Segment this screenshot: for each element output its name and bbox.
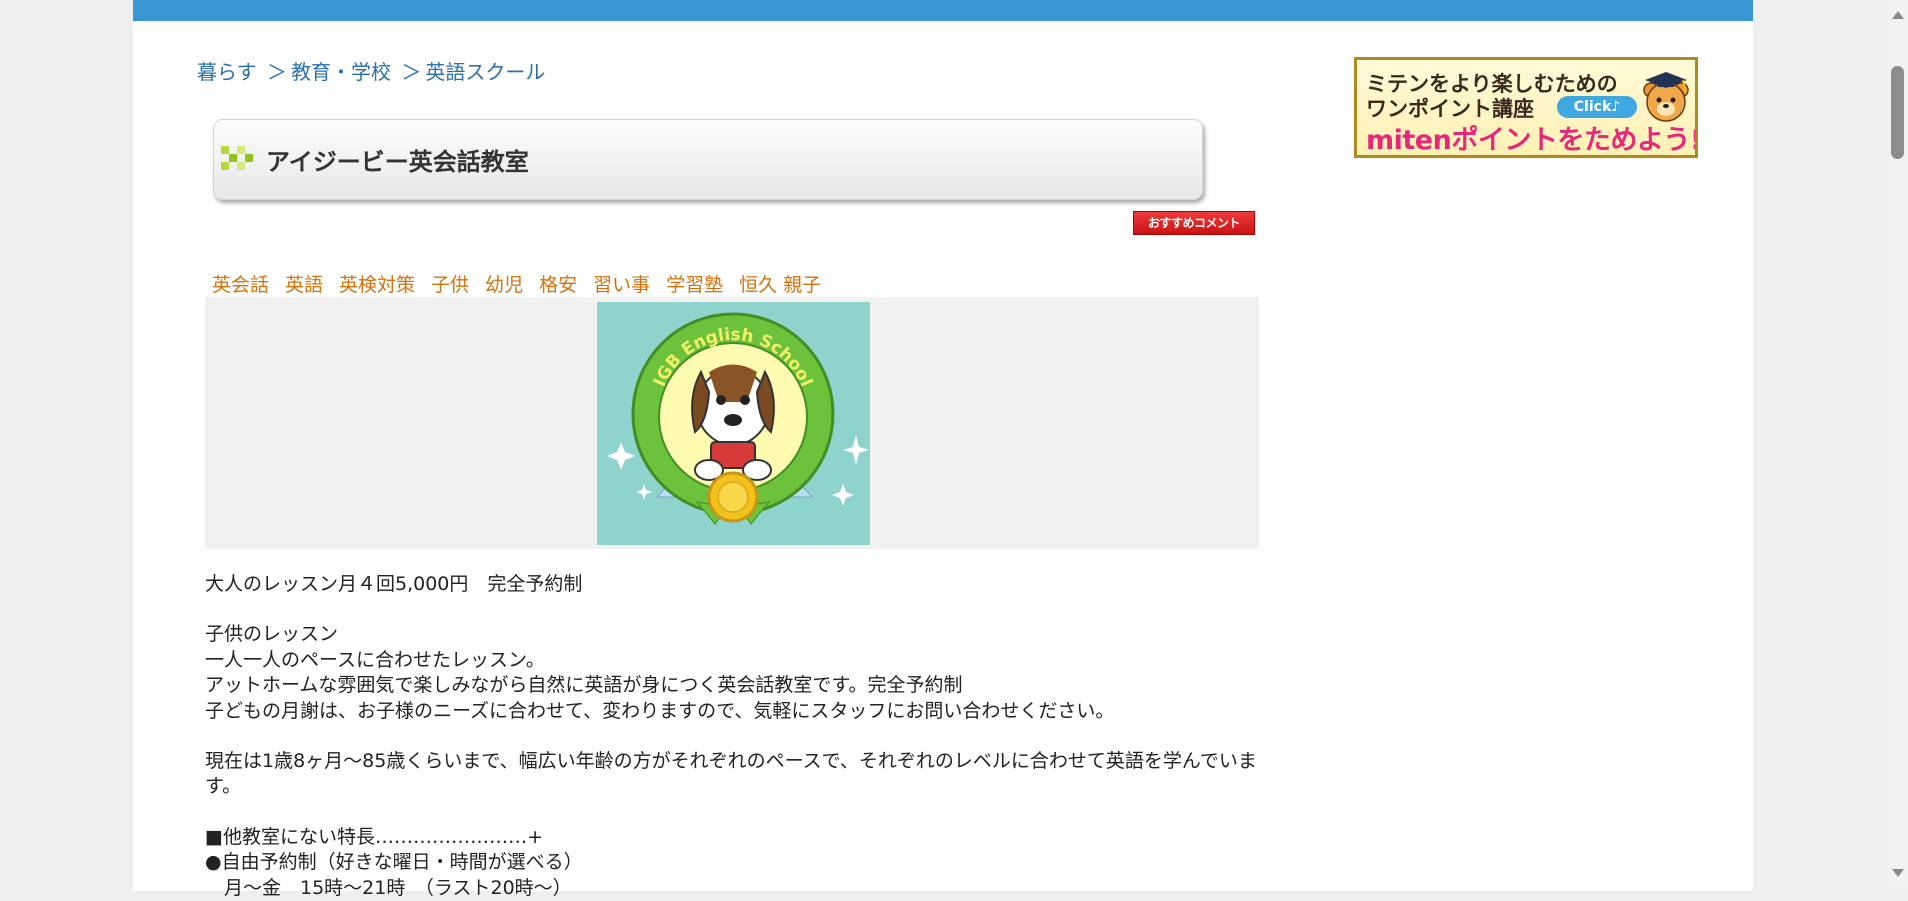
description-line: 一人一人のペースに合わせたレッスン。 bbox=[205, 648, 545, 671]
green-checker-icon bbox=[221, 146, 257, 170]
listing-title-box: アイジービー英会話教室 bbox=[213, 119, 1203, 200]
tag-link[interactable]: 格安 bbox=[539, 274, 577, 296]
description-line: 現在は1歳8ヶ月～85歳くらいまで、幅広い年齢の方がそれぞれのペースで、それぞれ… bbox=[205, 750, 1257, 798]
description-line: 子どもの月謝は、お子様のニーズに合わせて、変わりますので、気軽にスタッフにお問い… bbox=[205, 699, 1115, 722]
description-line: 月～金 15時～21時 （ラスト20時～） bbox=[205, 876, 572, 899]
tag-link[interactable]: 子供 bbox=[431, 274, 469, 296]
scroll-up-arrow-icon[interactable] bbox=[1892, 11, 1904, 19]
tag-link[interactable]: 学習塾 bbox=[666, 274, 723, 296]
tag-link[interactable]: 習い事 bbox=[593, 274, 650, 296]
miten-point-banner[interactable]: ミテンをより楽しむための ワンポイント講座 Click♪ mitenポイントをた… bbox=[1354, 57, 1698, 158]
top-header-bar bbox=[133, 0, 1753, 21]
breadcrumb-item-english-school[interactable]: 英語スクール bbox=[425, 60, 545, 84]
breadcrumb: 暮らす ＞教育・学校 ＞英語スクール bbox=[197, 56, 545, 85]
image-panel: IGB English School bbox=[205, 297, 1259, 549]
tag-link[interactable]: 英語 bbox=[285, 274, 323, 296]
tag-link[interactable]: 英検対策 bbox=[339, 274, 415, 296]
vertical-scrollbar[interactable] bbox=[1887, 0, 1908, 891]
listing-title: アイジービー英会話教室 bbox=[266, 148, 529, 176]
scroll-down-arrow-icon[interactable] bbox=[1892, 869, 1904, 877]
page-container: 暮らす ＞教育・学校 ＞英語スクール アイジービー英会話教室 おすすめコメント … bbox=[133, 0, 1753, 899]
listing-description: 大人のレッスン月４回5,000円 完全予約制 子供のレッスン 一人一人のペースに… bbox=[205, 572, 1259, 901]
tag-link[interactable]: 恒久 親子 bbox=[739, 274, 821, 296]
scrollbar-thumb[interactable] bbox=[1891, 66, 1904, 159]
recommend-comment-button[interactable]: おすすめコメント bbox=[1133, 211, 1255, 235]
bear-graduate-icon bbox=[1643, 72, 1689, 122]
banner-click-badge: Click♪ bbox=[1557, 96, 1637, 118]
description-line: 子供のレッスン bbox=[205, 623, 339, 646]
description-line: ●自由予約制（好きな曜日・時間が選べる） bbox=[205, 851, 583, 874]
description-line: ■他教室にない特長‥‥‥‥‥‥‥‥‥‥‥‥+ bbox=[205, 825, 544, 848]
breadcrumb-separator: ＞ bbox=[266, 60, 287, 84]
description-line: 大人のレッスン月４回5,000円 完全予約制 bbox=[205, 573, 583, 595]
breadcrumb-item-education[interactable]: 教育・学校 bbox=[291, 60, 391, 84]
school-logo-image: IGB English School bbox=[597, 302, 870, 545]
breadcrumb-item-kurasu[interactable]: 暮らす bbox=[197, 60, 257, 84]
tag-link[interactable]: 英会話 bbox=[212, 274, 269, 296]
breadcrumb-separator: ＞ bbox=[401, 60, 422, 84]
tag-link[interactable]: 幼児 bbox=[485, 274, 523, 296]
description-line: アットホームな雰囲気で楽しみながら自然に英語が身につく英会話教室です。完全予約制 bbox=[205, 674, 963, 697]
tag-list: 英会話 英語 英検対策 子供 幼児 格安 習い事 学習塾 恒久 親子 bbox=[212, 270, 837, 297]
